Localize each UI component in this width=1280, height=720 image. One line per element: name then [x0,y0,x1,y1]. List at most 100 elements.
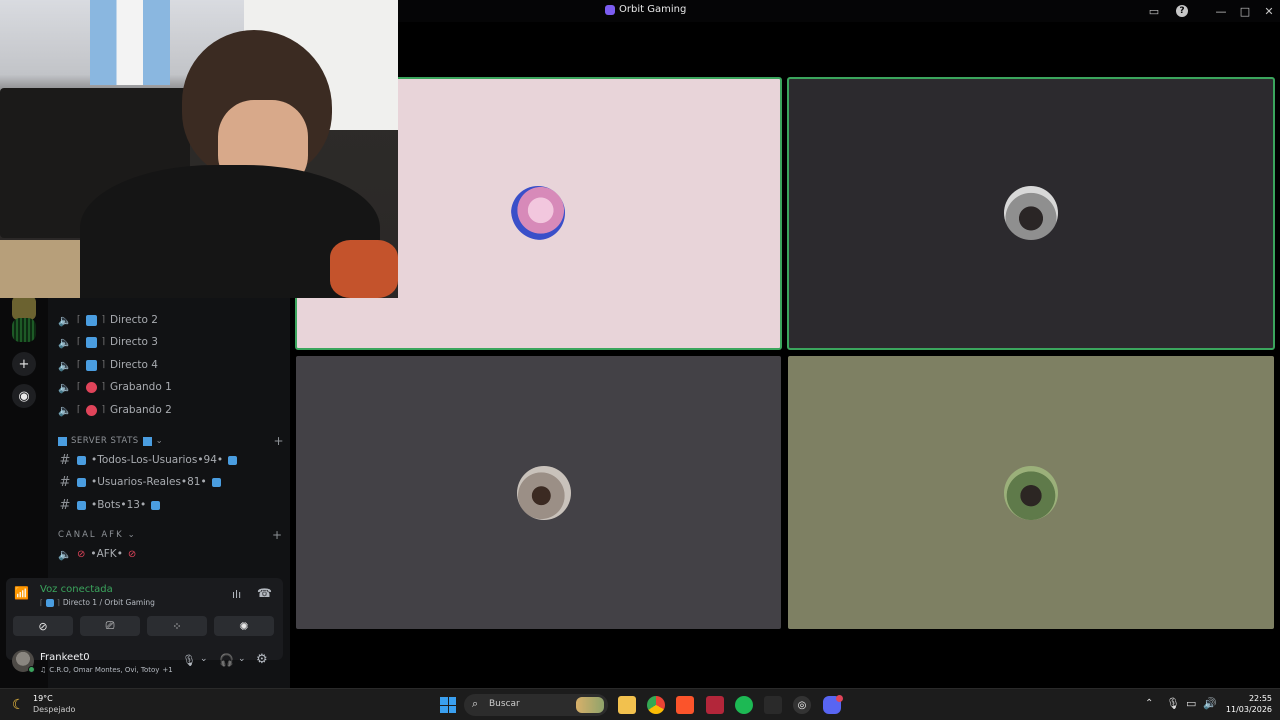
stats-icon [58,436,67,446]
server-icon[interactable] [12,296,36,320]
stats-icon [142,436,152,446]
screen-share-icon: ⎚ [105,619,115,632]
chrome-icon[interactable] [647,696,665,714]
channel-label: Directo 4 [110,359,158,371]
voice-channel-directo-3[interactable]: 🔈 ⌈ ⌉ Directo 3 [58,332,158,352]
webcam-overlay [0,0,398,298]
weather-temp[interactable]: 19°C [33,694,53,703]
disconnect-icon[interactable]: ☎ [257,586,272,600]
chevron-down-icon: ⌄ [155,436,164,446]
windows-start-icon[interactable] [439,696,457,714]
close-icon[interactable]: ✕ [1262,4,1276,18]
brave-icon[interactable] [676,696,694,714]
category-server-stats[interactable]: SERVER STATS ⌄ + [58,434,288,448]
voice-channel-grabando-2[interactable]: 🔈 ⌈ ⌉ Grabando 2 [58,400,172,420]
add-server-icon[interactable]: + [12,352,36,376]
server-icon [605,4,615,15]
participant-avatar [1004,186,1058,240]
music-note-icon: ♫ [40,666,47,674]
chevron-down-icon[interactable]: ⌄ [200,654,208,664]
search-input[interactable]: Buscar [489,699,520,709]
channel-tag-icon [45,598,54,607]
camera-off-button[interactable]: ⊘ [13,616,73,636]
clock-time[interactable]: 22:55 [1222,694,1272,703]
channel-tag-icon [85,359,97,371]
activities-button[interactable]: ⁘ [147,616,207,636]
settings-gear-icon[interactable]: ⚙ [256,652,268,667]
voice-channel-directo-4[interactable]: 🔈 ⌈ ⌉ Directo 4 [58,355,158,375]
network-icon[interactable]: ▭ [1186,697,1196,710]
stats-icon [228,455,238,465]
obs-icon[interactable]: ◎ [793,696,811,714]
participant-tile-4[interactable] [788,356,1274,629]
stats-icon [211,477,221,487]
microphone-icon[interactable]: 🎙 [1166,697,1180,710]
channel-label: Directo 3 [110,336,158,348]
weather-desc[interactable]: Despejado [33,705,75,714]
no-entry-icon: ⊘ [127,548,137,560]
soundboard-icon: ✺ [239,619,249,633]
file-explorer-icon[interactable] [618,696,636,714]
taskbar-search[interactable]: ⌕ Buscar [464,694,608,716]
stats-icon [77,477,86,487]
inbox-icon[interactable]: ▭ [1147,4,1161,18]
category-canal-afk[interactable]: CANAL AFK ⌄ + [58,528,288,542]
channel-label: Directo 2 [110,314,158,326]
maximize-icon[interactable]: □ [1238,4,1252,18]
voice-channel-afk[interactable]: 🔈 ⊘ •AFK• ⊘ [58,544,136,564]
participant-tile-3[interactable] [296,356,781,629]
camera-off-icon: ⊘ [38,619,48,633]
status-online-dot [28,666,35,673]
stats-icon [77,455,86,465]
window-title: Orbit Gaming [605,4,686,15]
record-dot-icon [85,404,97,416]
hash-icon: # [59,497,71,513]
speaker-locked-icon: 🔈 [58,380,72,394]
add-channel-icon[interactable]: + [272,528,284,542]
chevron-down-icon: ⌄ [127,530,137,540]
voice-channel-grabando-1[interactable]: 🔈 ⌈ ⌉ Grabando 1 [58,377,172,397]
channel-tag-icon [85,314,97,326]
clock-date[interactable]: 11/03/2026 [1222,705,1272,714]
voice-channel-directo-2[interactable]: 🔈 ⌈ ⌉ Directo 2 [58,310,158,330]
server-icon[interactable] [12,318,36,342]
app-icon[interactable] [706,696,724,714]
channel-label: Grabando 1 [110,381,172,393]
microphone-icon[interactable]: 🎙 [182,654,196,667]
text-channel-bots[interactable]: # •Bots•13• [58,495,161,515]
voice-status[interactable]: Voz conectada [40,584,113,595]
participant-tile-2[interactable] [787,77,1275,350]
channel-tag-icon [85,336,97,348]
participant-avatar [1004,466,1058,520]
participant-avatar [517,466,571,520]
speaker-icon: 🔈 [58,547,72,561]
volume-icon[interactable]: 🔊 [1203,697,1217,710]
hash-icon: # [59,452,71,468]
help-icon[interactable]: ? [1176,5,1188,17]
soundboard-button[interactable]: ✺ [214,616,274,636]
text-channel-todos[interactable]: # •Todos-Los-Usuarios•94• [58,450,238,470]
chevron-up-icon[interactable]: ⌃ [1145,698,1153,709]
spotify-icon[interactable] [735,696,753,714]
screen-share-button[interactable]: ⎚ [80,616,140,636]
activities-icon: ⁘ [172,619,182,633]
noise-suppression-icon[interactable]: ılı [232,588,241,601]
signal-icon: 📶 [14,586,29,600]
add-channel-icon[interactable]: + [273,434,284,448]
epic-games-icon[interactable] [764,696,782,714]
chevron-down-icon[interactable]: ⌄ [238,654,246,664]
taskbar: ☾ 19°C Despejado ⌕ Buscar ◎ ⌃ 🎙 ▭ 🔊 22:5… [0,688,1280,720]
discover-icon[interactable]: ◉ [12,384,36,408]
participant-avatar [511,186,565,240]
flag-image [90,0,170,85]
hash-icon: # [59,474,71,490]
moon-weather-icon: ☾ [12,697,25,713]
username[interactable]: Frankeet0 [40,652,90,663]
voice-location[interactable]: Directo 1 / Orbit Gaming [63,598,155,607]
record-dot-icon [85,381,97,393]
speaker-locked-icon: 🔈 [58,313,72,327]
minimize-icon[interactable]: — [1214,4,1228,18]
headphones-icon[interactable]: 🎧 [219,653,234,667]
no-entry-icon: ⊘ [77,548,86,560]
text-channel-usuarios-reales[interactable]: # •Usuarios-Reales•81• [58,472,221,492]
